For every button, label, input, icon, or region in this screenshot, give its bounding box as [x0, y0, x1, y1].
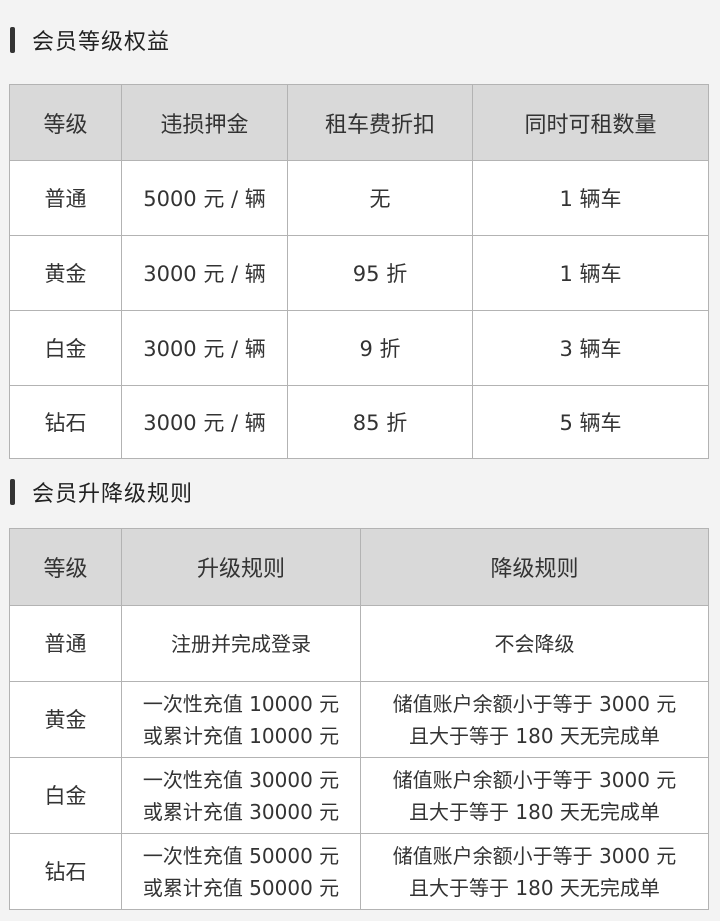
rules-section-title: 会员升降级规则 [10, 477, 193, 507]
cell-level: 钻石 [9, 833, 122, 910]
header-rent-count: 同时可租数量 [472, 84, 709, 161]
table-header-row: 等级 违损押金 租车费折扣 同时可租数量 [9, 84, 709, 161]
cell-deposit: 5000 元 / 辆 [121, 160, 288, 236]
cell-downgrade-rule: 储值账户余额小于等于 3000 元 且大于等于 180 天无完成单 [360, 833, 709, 910]
cell-level: 白金 [9, 310, 122, 386]
cell-rent-count: 1 辆车 [472, 235, 709, 311]
upgrade-rule-line: 一次性充值 50000 元 [142, 843, 340, 868]
cell-downgrade-rule: 不会降级 [360, 605, 709, 682]
downgrade-rule-line: 储值账户余额小于等于 3000 元 [392, 843, 677, 868]
benefits-section-title: 会员等级权益 [10, 25, 170, 55]
cell-rent-count: 1 辆车 [472, 160, 709, 236]
cell-level: 普通 [9, 160, 122, 236]
upgrade-rule-line: 或累计充值 10000 元 [142, 723, 340, 748]
cell-upgrade-rule: 注册并完成登录 [121, 605, 361, 682]
header-level: 等级 [9, 84, 122, 161]
cell-discount: 85 折 [287, 385, 473, 459]
cell-upgrade-rule: 一次性充值 30000 元 或累计充值 30000 元 [121, 757, 361, 834]
benefits-title: 会员等级权益 [32, 30, 171, 55]
downgrade-rule-line: 储值账户余额小于等于 3000 元 [392, 691, 677, 716]
cell-level: 钻石 [9, 385, 122, 459]
table-row: 黄金 3000 元 / 辆 95 折 1 辆车 [9, 235, 709, 311]
table-row: 普通 注册并完成登录 不会降级 [9, 605, 709, 682]
table-row: 普通 5000 元 / 辆 无 1 辆车 [9, 160, 709, 236]
benefits-table: 等级 违损押金 租车费折扣 同时可租数量 普通 5000 元 / 辆 无 1 辆… [9, 84, 709, 459]
cell-upgrade-rule: 一次性充值 50000 元 或累计充值 50000 元 [121, 833, 361, 910]
table-row: 钻石 3000 元 / 辆 85 折 5 辆车 [9, 385, 709, 459]
table-row: 白金 3000 元 / 辆 9 折 3 辆车 [9, 310, 709, 386]
cell-deposit: 3000 元 / 辆 [121, 385, 288, 459]
downgrade-rule-line: 不会降级 [494, 631, 575, 656]
cell-level: 黄金 [9, 681, 122, 758]
table-row: 白金 一次性充值 30000 元 或累计充值 30000 元 储值账户余额小于等… [9, 757, 709, 834]
section-marker-bar [10, 27, 15, 53]
downgrade-rule-line: 且大于等于 180 天无完成单 [409, 875, 660, 900]
downgrade-rule-line: 且大于等于 180 天无完成单 [409, 723, 660, 748]
downgrade-rule-line: 储值账户余额小于等于 3000 元 [392, 767, 677, 792]
header-discount: 租车费折扣 [287, 84, 473, 161]
cell-downgrade-rule: 储值账户余额小于等于 3000 元 且大于等于 180 天无完成单 [360, 757, 709, 834]
upgrade-rule-line: 或累计充值 50000 元 [142, 875, 340, 900]
upgrade-rule-line: 注册并完成登录 [171, 631, 311, 656]
header-downgrade-rule: 降级规则 [360, 528, 709, 606]
cell-upgrade-rule: 一次性充值 10000 元 或累计充值 10000 元 [121, 681, 361, 758]
cell-rent-count: 5 辆车 [472, 385, 709, 459]
upgrade-rule-line: 一次性充值 30000 元 [142, 767, 340, 792]
header-deposit: 违损押金 [121, 84, 288, 161]
table-header-row: 等级 升级规则 降级规则 [9, 528, 709, 606]
cell-level: 白金 [9, 757, 122, 834]
section-marker-bar [10, 479, 15, 505]
header-level: 等级 [9, 528, 122, 606]
cell-discount: 9 折 [287, 310, 473, 386]
table-row: 黄金 一次性充值 10000 元 或累计充值 10000 元 储值账户余额小于等… [9, 681, 709, 758]
cell-deposit: 3000 元 / 辆 [121, 310, 288, 386]
cell-rent-count: 3 辆车 [472, 310, 709, 386]
downgrade-rule-line: 且大于等于 180 天无完成单 [409, 799, 660, 824]
cell-downgrade-rule: 储值账户余额小于等于 3000 元 且大于等于 180 天无完成单 [360, 681, 709, 758]
table-row: 钻石 一次性充值 50000 元 或累计充值 50000 元 储值账户余额小于等… [9, 833, 709, 910]
cell-discount: 95 折 [287, 235, 473, 311]
upgrade-rule-line: 或累计充值 30000 元 [142, 799, 340, 824]
header-upgrade-rule: 升级规则 [121, 528, 361, 606]
cell-level: 普通 [9, 605, 122, 682]
upgrade-rule-line: 一次性充值 10000 元 [142, 691, 340, 716]
rules-table: 等级 升级规则 降级规则 普通 注册并完成登录 不会降级 黄金 一次性充值 10… [9, 528, 709, 910]
cell-level: 黄金 [9, 235, 122, 311]
cell-discount: 无 [287, 160, 473, 236]
rules-title: 会员升降级规则 [32, 482, 194, 507]
cell-deposit: 3000 元 / 辆 [121, 235, 288, 311]
